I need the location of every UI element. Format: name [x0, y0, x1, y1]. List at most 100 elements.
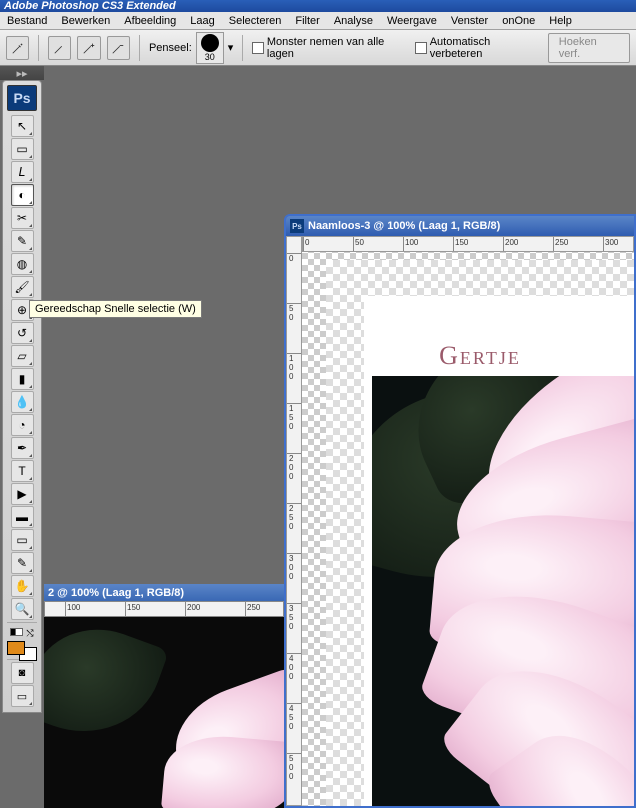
- history-brush-tool[interactable]: ↺: [11, 322, 34, 344]
- ruler-tick-label: 150: [455, 238, 468, 247]
- doc2-canvas[interactable]: Gertje: [302, 252, 634, 806]
- add-selection-icon[interactable]: [77, 36, 100, 60]
- swap-colors-icon[interactable]: ⤭: [26, 628, 33, 638]
- wand-plus-icon: [53, 41, 67, 55]
- quickmask-icon: ◙: [19, 667, 26, 679]
- notes-tool-icon: ▭: [16, 533, 27, 547]
- dodge-tool[interactable]: ◔: [11, 414, 34, 436]
- ruler-tick-label: 50: [289, 304, 293, 322]
- doc1-hruler: 100150200250: [44, 601, 284, 617]
- sample-all-layers-checkbox[interactable]: Monster nemen van alle lagen: [252, 36, 409, 60]
- brush-picker[interactable]: Penseel: 30 ▾: [149, 32, 233, 64]
- menu-bewerken[interactable]: Bewerken: [54, 13, 117, 29]
- ruler-tick-label: 250: [289, 504, 293, 531]
- eraser-tool[interactable]: ▱: [11, 345, 34, 367]
- quickmask-toggle[interactable]: ◙: [11, 662, 34, 684]
- brush-preview-icon: [201, 34, 219, 52]
- notes-tool[interactable]: ▭: [11, 529, 34, 551]
- healing-tool[interactable]: ◍: [11, 253, 34, 275]
- wand-add-icon: [82, 41, 96, 55]
- menu-weergave[interactable]: Weergave: [380, 13, 444, 29]
- menu-laag[interactable]: Laag: [183, 13, 221, 29]
- path-select-tool[interactable]: ▶: [11, 483, 34, 505]
- ruler-tick-label: 200: [187, 603, 200, 612]
- options-bar: Penseel: 30 ▾ Monster nemen van alle lag…: [0, 30, 636, 66]
- zoom-tool[interactable]: 🔍: [11, 598, 34, 620]
- shape-tool[interactable]: ▬: [11, 506, 34, 528]
- brush-tool[interactable]: 🖌: [11, 276, 34, 298]
- brush-tool-icon: 🖌: [14, 280, 29, 294]
- eyedropper-tool[interactable]: ✎: [11, 230, 34, 252]
- workspace: Ps ↖▭𝘓◐✂✎◍🖌⊕↺▱▮💧◔✒T▶▬▭✎✋🔍 ⤭ ◙ ▭ Gereedsc…: [0, 80, 636, 728]
- quick-select-tool[interactable]: ◐: [11, 184, 34, 206]
- wand-icon: [11, 41, 25, 55]
- eyedropper-tool-icon: ✎: [17, 234, 27, 248]
- ruler-tick-label: 100: [405, 238, 418, 247]
- fg-color[interactable]: [7, 641, 25, 655]
- eyedropper2-tool[interactable]: ✎: [11, 552, 34, 574]
- ruler-tick-label: 300: [605, 238, 618, 247]
- app-titlebar: Adobe Photoshop CS3 Extended: [0, 0, 636, 12]
- quick-select-tool-icon: ◐: [18, 188, 25, 202]
- doc1-title: 2 @ 100% (Laag 1, RGB/8): [48, 587, 184, 599]
- screenmode-toggle[interactable]: ▭: [11, 685, 34, 707]
- type-tool[interactable]: T: [11, 460, 34, 482]
- brush-size-value: 30: [205, 52, 215, 62]
- ruler-tick-label: 300: [289, 554, 293, 581]
- current-tool-icon[interactable]: [6, 36, 29, 60]
- ruler-tick-label: 50: [355, 238, 364, 247]
- blur-tool[interactable]: 💧: [11, 391, 34, 413]
- doc1-titlebar[interactable]: 2 @ 100% (Laag 1, RGB/8): [44, 584, 284, 601]
- move-tool[interactable]: ↖: [11, 115, 34, 137]
- auto-enhance-checkbox[interactable]: Automatisch verbeteren: [415, 36, 542, 60]
- ruler-tick-label: 0: [289, 254, 293, 263]
- menu-filter[interactable]: Filter: [288, 13, 326, 29]
- lasso-tool[interactable]: 𝘓: [11, 161, 34, 183]
- gradient-tool[interactable]: ▮: [11, 368, 34, 390]
- doc2-photo: [372, 376, 634, 806]
- ps-logo-icon: Ps: [7, 85, 37, 111]
- ruler-tick-label: 200: [505, 238, 518, 247]
- doc2-title: Naamloos-3 @ 100% (Laag 1, RGB/8): [308, 220, 500, 232]
- history-brush-tool-icon: ↺: [17, 326, 27, 340]
- ruler-tick-label: 250: [555, 238, 568, 247]
- hand-tool[interactable]: ✋: [11, 575, 34, 597]
- chevron-right-icon: ▸▸: [16, 67, 27, 80]
- chevron-down-icon[interactable]: ▾: [228, 41, 234, 54]
- menu-venster[interactable]: Venster: [444, 13, 495, 29]
- menu-afbeelding[interactable]: Afbeelding: [117, 13, 183, 29]
- doc2-vruler: 050100150200250300350400450500: [286, 236, 302, 806]
- screen-icon: ▭: [17, 690, 27, 703]
- menu-help[interactable]: Help: [542, 13, 579, 29]
- lasso-tool-icon: 𝘓: [19, 165, 26, 179]
- tool-tooltip: Gereedschap Snelle selectie (W): [29, 300, 202, 318]
- doc2-titlebar[interactable]: Ps Naamloos-3 @ 100% (Laag 1, RGB/8): [286, 216, 634, 236]
- ruler-tick-label: 100: [67, 603, 80, 612]
- menu-bestand[interactable]: Bestand: [0, 13, 54, 29]
- divider: [242, 35, 243, 61]
- marquee-tool[interactable]: ▭: [11, 138, 34, 160]
- crop-tool[interactable]: ✂: [11, 207, 34, 229]
- refine-edges-button[interactable]: Hoeken verf.: [548, 33, 630, 63]
- menu-onone[interactable]: onOne: [495, 13, 542, 29]
- pen-tool-icon: ✒: [17, 441, 27, 455]
- gradient-tool-icon: ▮: [19, 372, 26, 386]
- eyedropper2-tool-icon: ✎: [17, 556, 27, 570]
- stamp-tool-icon: ⊕: [17, 303, 27, 317]
- menu-selecteren[interactable]: Selecteren: [222, 13, 289, 29]
- menu-analyse[interactable]: Analyse: [327, 13, 380, 29]
- doc2-window: Ps Naamloos-3 @ 100% (Laag 1, RGB/8) 0 50…: [284, 214, 636, 808]
- pen-tool[interactable]: ✒: [11, 437, 34, 459]
- ruler-tick-label: 150: [289, 404, 293, 431]
- subtract-selection-icon[interactable]: [107, 36, 130, 60]
- new-selection-icon[interactable]: [48, 36, 71, 60]
- color-swatch[interactable]: [7, 641, 37, 657]
- wand-sub-icon: [111, 41, 125, 55]
- doc1-canvas[interactable]: [44, 617, 284, 808]
- panel-expander[interactable]: ▸▸: [0, 66, 44, 80]
- color-defaults[interactable]: ⤭: [3, 625, 41, 639]
- toolbox: Ps ↖▭𝘓◐✂✎◍🖌⊕↺▱▮💧◔✒T▶▬▭✎✋🔍 ⤭ ◙ ▭: [2, 80, 42, 713]
- checkbox-icon: [415, 42, 427, 54]
- blur-tool-icon: 💧: [15, 395, 30, 409]
- ruler-tick-label: 500: [289, 754, 293, 781]
